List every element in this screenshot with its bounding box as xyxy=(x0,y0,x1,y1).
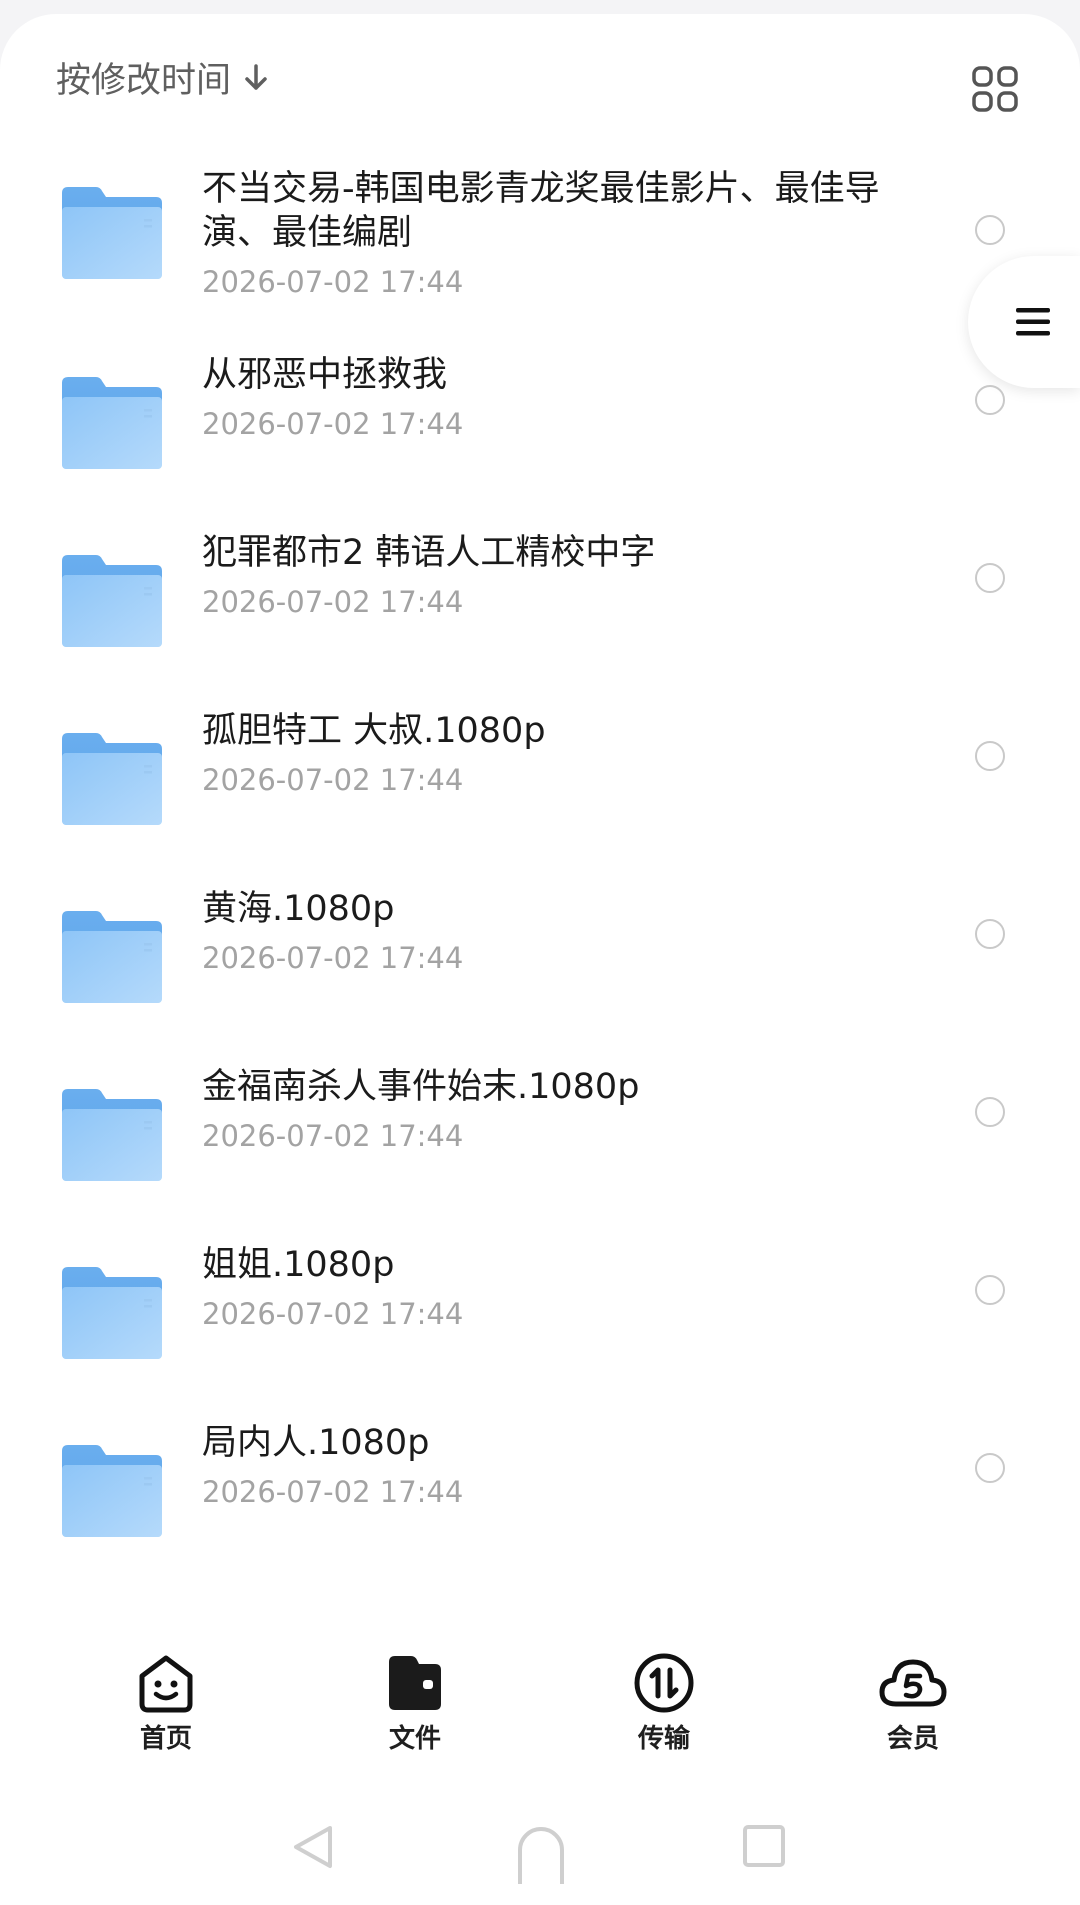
file-name: 局内人.1080p xyxy=(202,1423,430,1463)
folder-icon xyxy=(60,1265,164,1361)
folder-icon xyxy=(60,909,164,1005)
tab-home-label: 首页 xyxy=(139,1724,192,1754)
home-face-icon xyxy=(139,1655,193,1713)
file-name: 不当交易-韩国电影青龙奖最佳影片、最佳导演、最佳编剧 xyxy=(202,169,880,253)
select-radio[interactable] xyxy=(975,385,1005,415)
arrow-down-icon xyxy=(243,63,269,93)
list-item-texts: 金福南杀人事件始末.1080p 2026-07-02 17:44 xyxy=(202,1065,902,1153)
select-radio[interactable] xyxy=(975,1097,1005,1127)
list-item[interactable]: 从邪恶中拯救我 2026-07-02 17:44 xyxy=(0,335,1080,513)
file-name: 金福南杀人事件始末.1080p xyxy=(202,1067,640,1107)
file-date: 2026-07-02 17:44 xyxy=(202,1119,464,1153)
transfer-icon xyxy=(634,1653,694,1713)
file-name: 孤胆特工 大叔.1080p xyxy=(202,711,546,751)
list-item-texts: 犯罪都市2 韩语人工精校中字 2026-07-02 17:44 xyxy=(202,531,902,619)
file-name: 姐姐.1080p xyxy=(202,1245,395,1285)
select-radio[interactable] xyxy=(975,215,1005,245)
grid-view-icon[interactable] xyxy=(972,66,1018,112)
folder-icon xyxy=(60,375,164,471)
folder-icon xyxy=(60,1443,164,1539)
list-item-texts: 黄海.1080p 2026-07-02 17:44 xyxy=(202,887,902,975)
list-item[interactable]: 金福南杀人事件始末.1080p 2026-07-02 17:44 xyxy=(0,1047,1080,1225)
tab-files-label: 文件 xyxy=(388,1724,441,1754)
list-item[interactable]: 孤胆特工 大叔.1080p 2026-07-02 17:44 xyxy=(0,691,1080,869)
list-item[interactable]: 局内人.1080p 2026-07-02 17:44 xyxy=(0,1403,1080,1581)
sort-label: 按修改时间 xyxy=(56,61,232,101)
file-date: 2026-07-02 17:44 xyxy=(202,1475,464,1509)
select-radio[interactable] xyxy=(975,1453,1005,1483)
tab-vip[interactable]: 会员 xyxy=(843,1652,983,1755)
list-item-texts: 从邪恶中拯救我 2026-07-02 17:44 xyxy=(202,353,902,441)
list-item[interactable]: 姐姐.1080p 2026-07-02 17:44 xyxy=(0,1225,1080,1403)
folder-wallet-icon xyxy=(389,1656,441,1710)
folder-icon xyxy=(60,185,164,281)
back-icon[interactable] xyxy=(290,1822,336,1876)
top-bar: 按修改时间 xyxy=(0,14,1080,134)
list-item-texts: 局内人.1080p 2026-07-02 17:44 xyxy=(202,1421,902,1509)
folder-icon xyxy=(60,553,164,649)
tab-transfer[interactable]: 传输 xyxy=(594,1652,734,1755)
file-date: 2026-07-02 17:44 xyxy=(202,763,464,797)
file-list: 不当交易-韩国电影青龙奖最佳影片、最佳导演、最佳编剧 2026-07-02 17… xyxy=(0,145,1080,1581)
recents-icon[interactable] xyxy=(742,1824,786,1872)
home-nav-icon[interactable] xyxy=(516,1824,566,1888)
list-item-texts: 姐姐.1080p 2026-07-02 17:44 xyxy=(202,1243,902,1331)
list-item[interactable]: 不当交易-韩国电影青龙奖最佳影片、最佳导演、最佳编剧 2026-07-02 17… xyxy=(0,145,1080,335)
bottom-tab-bar: 首页 文件 传输 会员 xyxy=(0,1640,1080,1760)
system-nav-bar xyxy=(0,1810,1080,1905)
cloud-vip-icon xyxy=(879,1659,947,1707)
tab-vip-label: 会员 xyxy=(886,1724,939,1754)
tab-files[interactable]: 文件 xyxy=(345,1652,485,1755)
list-item[interactable]: 犯罪都市2 韩语人工精校中字 2026-07-02 17:44 xyxy=(0,513,1080,691)
file-date: 2026-07-02 17:44 xyxy=(202,265,464,299)
select-radio[interactable] xyxy=(975,1275,1005,1305)
list-item-texts: 孤胆特工 大叔.1080p 2026-07-02 17:44 xyxy=(202,709,902,797)
folder-icon xyxy=(60,731,164,827)
sort-button[interactable]: 按修改时间 xyxy=(56,52,269,103)
file-name: 黄海.1080p xyxy=(202,889,395,929)
folder-icon xyxy=(60,1087,164,1183)
tab-home[interactable]: 首页 xyxy=(96,1652,236,1755)
file-date: 2026-07-02 17:44 xyxy=(202,585,464,619)
file-name: 从邪恶中拯救我 xyxy=(202,355,448,395)
select-radio[interactable] xyxy=(975,563,1005,593)
select-radio[interactable] xyxy=(975,741,1005,771)
tab-transfer-label: 传输 xyxy=(637,1724,690,1754)
file-name: 犯罪都市2 韩语人工精校中字 xyxy=(202,533,656,573)
file-date: 2026-07-02 17:44 xyxy=(202,941,464,975)
select-radio[interactable] xyxy=(975,919,1005,949)
file-date: 2026-07-02 17:44 xyxy=(202,1297,464,1331)
list-item-texts: 不当交易-韩国电影青龙奖最佳影片、最佳导演、最佳编剧 2026-07-02 17… xyxy=(202,167,902,299)
file-date: 2026-07-02 17:44 xyxy=(202,407,464,441)
list-item[interactable]: 黄海.1080p 2026-07-02 17:44 xyxy=(0,869,1080,1047)
